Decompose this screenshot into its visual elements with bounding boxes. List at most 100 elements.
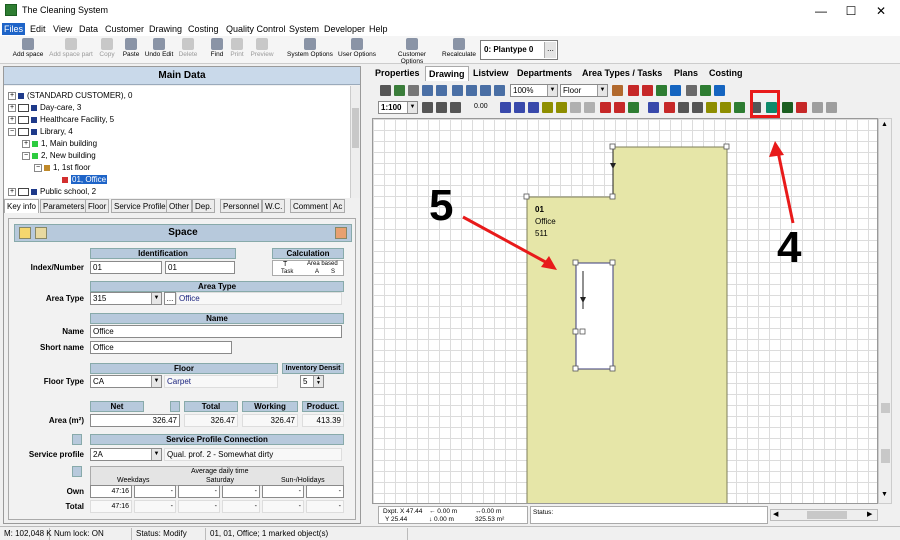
chevron-down-icon[interactable]: ▼ — [547, 85, 557, 96]
menu-quality-control[interactable]: Quality Control — [224, 23, 288, 35]
zoom-select[interactable]: 100% ▼ — [510, 84, 558, 97]
line-tool-icon[interactable] — [528, 102, 539, 113]
menu-customer[interactable]: Customer — [103, 23, 146, 35]
move-icon[interactable] — [500, 102, 511, 113]
measure-icon[interactable] — [686, 85, 697, 96]
tab-dep[interactable]: Dep. — [192, 199, 215, 213]
color-icon[interactable] — [670, 85, 681, 96]
layers-icon[interactable] — [700, 85, 711, 96]
tab-ac[interactable]: Ac — [330, 199, 346, 213]
label-tool-icon[interactable] — [720, 102, 731, 113]
tree-item-library[interactable]: − Library, 4 — [8, 126, 73, 137]
tab-comment[interactable]: Comment — [290, 199, 331, 213]
own-sunday-2[interactable]: - — [306, 485, 344, 498]
tab-costing[interactable]: Costing — [706, 66, 746, 81]
close-icon[interactable]: ✕ — [866, 2, 896, 20]
menu-data[interactable]: Data — [77, 23, 100, 35]
scroll-left-icon[interactable]: ◀ — [773, 510, 778, 518]
tree-item-public-school[interactable]: + Public school, 2 — [8, 186, 96, 197]
tab-drawing[interactable]: Drawing — [425, 66, 469, 81]
scroll-down-icon[interactable]: ▼ — [881, 491, 888, 498]
excluded-space-part[interactable] — [575, 262, 614, 370]
hand-icon[interactable] — [408, 85, 419, 96]
own-weekdays[interactable]: 47:16 — [90, 485, 132, 498]
snap-icon[interactable] — [628, 85, 639, 96]
tree-item-main-building[interactable]: +1, Main building — [22, 138, 97, 149]
net-area-input[interactable]: 326.47 — [90, 414, 180, 427]
grid-icon[interactable] — [642, 85, 653, 96]
zoom-in-icon[interactable] — [452, 85, 463, 96]
door-icon[interactable] — [664, 102, 675, 113]
user-options-button[interactable]: User Options — [336, 38, 378, 62]
area-type-picker-button[interactable]: ... — [164, 292, 176, 305]
canvas-horizontal-scrollbar[interactable]: ◀ ▶ — [770, 509, 878, 521]
tab-plans[interactable]: Plans — [671, 66, 701, 81]
system-options-button[interactable]: System Options — [286, 38, 334, 62]
customer-options-button[interactable]: Customer Options — [386, 38, 438, 65]
window-tool-icon[interactable] — [678, 102, 689, 113]
group-icon[interactable] — [812, 102, 823, 113]
edit-icon[interactable] — [335, 227, 347, 239]
scale-select[interactable]: 1:100 ▼ — [378, 101, 418, 114]
report-tool-icon[interactable] — [796, 102, 807, 113]
plantype-field[interactable]: 0: Plantype 0... — [480, 40, 558, 60]
paste-button[interactable]: Paste — [120, 38, 142, 62]
area-type-select[interactable]: 315 ▼ — [90, 292, 162, 305]
expand-service-icon[interactable] — [72, 434, 82, 445]
ungroup-icon[interactable] — [826, 102, 837, 113]
print-button[interactable]: Print — [228, 38, 246, 62]
wall-icon[interactable] — [614, 102, 625, 113]
menu-help[interactable]: Help — [367, 23, 390, 35]
tree-item-new-building[interactable]: −2, New building — [22, 150, 96, 161]
rotate-icon[interactable] — [514, 102, 525, 113]
line-width-icon[interactable] — [450, 102, 461, 113]
chevron-down-icon[interactable]: ▼ — [407, 102, 417, 113]
menu-system[interactable]: System — [287, 23, 321, 35]
space-polygon-office[interactable] — [526, 146, 728, 504]
menu-drawing[interactable]: Drawing — [147, 23, 184, 35]
preview-button[interactable]: Preview — [248, 38, 276, 62]
service-profile-select[interactable]: 2A ▼ — [90, 448, 162, 461]
tab-parameters[interactable]: Parameters — [40, 199, 88, 213]
tree-item-healthcare-facility[interactable]: + Healthcare Facility, 5 — [8, 114, 114, 125]
zoom-window-icon[interactable] — [422, 85, 433, 96]
menu-costing[interactable]: Costing — [186, 23, 221, 35]
tree-item-standard-customer[interactable]: + (STANDARD CUSTOMER), 0 — [8, 90, 133, 101]
menu-developer[interactable]: Developer — [322, 23, 367, 35]
zoom-slider-top[interactable] — [881, 403, 890, 413]
text-tool-icon[interactable] — [706, 102, 717, 113]
short-name-input[interactable]: Office — [90, 341, 232, 354]
tree-scrollbar[interactable] — [350, 86, 360, 198]
number-input[interactable]: 01 — [165, 261, 235, 274]
menu-files[interactable]: Files — [2, 23, 26, 35]
hatch-icon[interactable] — [436, 102, 447, 113]
zoom-all-icon[interactable] — [494, 85, 505, 96]
minimize-icon[interactable]: — — [806, 2, 836, 20]
own-saturday[interactable]: - — [178, 485, 220, 498]
own-saturday-2[interactable]: - — [222, 485, 260, 498]
find-button[interactable]: Find — [208, 38, 226, 62]
tab-floor[interactable]: Floor — [85, 199, 110, 213]
folder-icon[interactable] — [19, 227, 31, 239]
canvas-vertical-scrollbar[interactable]: ▲ ▼ — [878, 118, 892, 504]
expand-time-icon[interactable] — [72, 466, 82, 477]
inventory-density-stepper[interactable]: 5 ▲ ▼ — [300, 375, 324, 388]
tab-departments[interactable]: Departments — [514, 66, 575, 81]
delete-node-icon[interactable] — [570, 102, 581, 113]
tree-item-day-care[interactable]: + Day-care, 3 — [8, 102, 81, 113]
tab-service-profile[interactable]: Service Profile — [111, 199, 169, 213]
fill-icon[interactable] — [656, 85, 667, 96]
chevron-down-icon[interactable]: ▼ — [151, 449, 161, 460]
name-input[interactable]: Office — [90, 325, 342, 338]
checklist-icon[interactable] — [628, 102, 639, 113]
index-input[interactable]: 01 — [90, 261, 162, 274]
merge-icon[interactable] — [584, 102, 595, 113]
expand-net-icon[interactable] — [170, 401, 180, 412]
stepper-icon[interactable]: ▲ ▼ — [313, 376, 323, 387]
layer-icon[interactable] — [612, 85, 623, 96]
tree-item-office[interactable]: 01, Office — [62, 174, 108, 185]
align-icon[interactable] — [422, 102, 433, 113]
tab-key-info[interactable]: Key info — [4, 199, 39, 213]
furniture-icon[interactable] — [648, 102, 659, 113]
plantype-picker-button[interactable]: ... — [544, 42, 556, 58]
